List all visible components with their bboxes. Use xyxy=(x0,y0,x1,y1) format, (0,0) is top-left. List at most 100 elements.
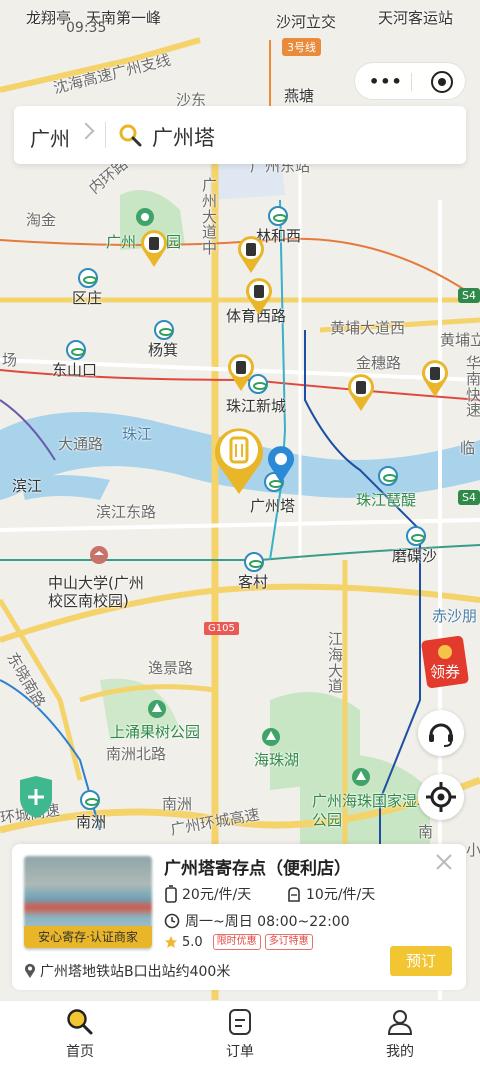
search-divider xyxy=(105,122,106,148)
opening-hours: 周一~周日 08:00~22:00 xyxy=(164,911,350,931)
store-name: 广州塔寄存点（便利店） xyxy=(164,859,351,879)
tab-profile[interactable]: 我的 xyxy=(360,1007,440,1061)
map-label: 杨箕 xyxy=(148,341,179,359)
customer-service-button[interactable] xyxy=(418,710,464,756)
tab-label: 订单 xyxy=(226,1044,254,1060)
crosshair-icon xyxy=(426,782,456,812)
highway-badge: G105 xyxy=(204,622,239,635)
tab-label: 我的 xyxy=(386,1044,414,1060)
status-bar: 09:35 xyxy=(0,0,480,36)
highway-badge: S4 xyxy=(458,288,480,303)
capsule-divider xyxy=(411,73,412,91)
map-label: 赤沙朋 xyxy=(432,607,478,625)
tab-home[interactable]: 首页 xyxy=(40,1007,120,1061)
map-label: 小 xyxy=(466,841,480,859)
price-luggage-value: 20元/件/天 xyxy=(182,887,252,903)
luggage-pin-icon[interactable] xyxy=(244,276,274,316)
map-label: 珠江新城 xyxy=(226,397,287,415)
park-icon xyxy=(262,728,280,746)
mini-program-capsule: ••• xyxy=(354,62,466,100)
map-label: 临 xyxy=(460,439,476,457)
map-label: 区庄 xyxy=(72,289,103,307)
metro-station-icon xyxy=(244,552,264,572)
address-value: 广州塔地铁站B口出站约400米 xyxy=(40,964,231,980)
limited-offer-tag: 限时优惠 xyxy=(212,934,261,950)
hours-value: 周一~周日 08:00~22:00 xyxy=(185,914,350,930)
close-miniprogram-icon[interactable] xyxy=(431,71,453,93)
luggage-pin-icon[interactable] xyxy=(236,234,266,274)
store-address: 广州塔地铁站B口出站约400米 xyxy=(24,961,230,981)
star-icon xyxy=(165,936,177,948)
tab-orders[interactable]: 订单 xyxy=(200,1007,280,1061)
map-label: 广州大道中 xyxy=(202,176,218,257)
map-label: 逸景路 xyxy=(148,659,194,677)
suitcase-icon xyxy=(165,885,177,903)
bag-icon xyxy=(288,887,300,902)
park-icon xyxy=(136,208,154,226)
user-icon xyxy=(387,1010,413,1035)
map-label: 中山大学(广州校区南校园) xyxy=(48,574,144,610)
close-icon[interactable] xyxy=(434,852,454,872)
luggage-pin-icon[interactable] xyxy=(346,372,376,412)
book-button[interactable]: 预订 xyxy=(390,946,452,976)
selected-luggage-pin-icon[interactable] xyxy=(212,424,266,496)
search-bar[interactable]: 广州 广州塔 xyxy=(14,106,466,164)
map-label: 南洲 xyxy=(162,795,193,813)
search-home-icon xyxy=(67,1009,93,1035)
map-label: 南洲 xyxy=(76,813,107,831)
chevron-right-icon xyxy=(77,122,95,140)
map-label: 江海大道 xyxy=(328,630,344,696)
map-label: 黄埔大道西 xyxy=(330,319,406,337)
park-icon xyxy=(148,700,166,718)
metro-station-icon xyxy=(154,320,174,340)
map-label: 广州塔 xyxy=(250,497,296,515)
store-card[interactable]: 安心寄存·认证商家 广州塔寄存点（便利店） 20元/件/天 10元/件/天 周一… xyxy=(12,844,466,990)
tab-label: 首页 xyxy=(66,1044,94,1060)
price-luggage: 20元/件/天 xyxy=(164,884,251,904)
map-label: 上涌果树公园 xyxy=(110,723,201,741)
map-label: 大通路 xyxy=(58,435,104,453)
map-label: 金穗路 xyxy=(356,354,402,372)
city-selector[interactable]: 广州 xyxy=(30,123,70,152)
multi-order-tag: 多订特惠 xyxy=(264,934,313,950)
status-time: 09:35 xyxy=(66,20,107,36)
metro-station-icon xyxy=(268,206,288,226)
map-label: 滨江 xyxy=(12,477,43,495)
clock-icon xyxy=(164,913,180,929)
metro-station-icon xyxy=(406,526,426,546)
map-label: 珠江 xyxy=(122,425,153,443)
map-label: 滨江东路 xyxy=(96,503,157,521)
luggage-pin-icon[interactable] xyxy=(139,228,169,268)
headset-icon xyxy=(429,723,453,747)
map-label: 海珠湖 xyxy=(254,751,300,769)
map-label: 磨碟沙 xyxy=(392,547,438,565)
metro-line-badge: 3号线 xyxy=(282,38,321,56)
order-list-icon xyxy=(229,1009,251,1035)
locate-me-button[interactable] xyxy=(418,774,464,820)
rating-value: 5.0 xyxy=(182,934,203,950)
map-label: 华南快速 xyxy=(466,354,480,420)
map-label: 场 xyxy=(2,351,18,369)
luggage-pin-icon[interactable] xyxy=(226,352,256,392)
coupon-button[interactable]: 领券 xyxy=(418,632,472,690)
map-label: 珠江琶醍 xyxy=(356,491,417,509)
map-label: 南洲北路 xyxy=(106,745,167,763)
bottom-tab-bar: 首页 订单 我的 xyxy=(0,1000,480,1066)
university-icon xyxy=(90,546,108,564)
map-label: 广州 xyxy=(106,233,137,251)
park-icon xyxy=(352,768,370,786)
insurance-shield-icon[interactable] xyxy=(16,774,56,820)
search-input[interactable]: 广州塔 xyxy=(152,122,215,152)
luggage-pin-icon[interactable] xyxy=(420,358,450,398)
map-label: 淘金 xyxy=(26,211,57,229)
coupon-label: 领券 xyxy=(430,663,460,681)
rating-row: 5.0 限时优惠 多订特惠 xyxy=(164,934,313,950)
search-icon xyxy=(119,124,142,147)
map-label: 燕塘 xyxy=(284,87,315,105)
more-button[interactable]: ••• xyxy=(369,72,403,91)
metro-station-icon xyxy=(78,268,98,288)
price-bag: 10元/件/天 xyxy=(286,884,375,904)
location-pin-icon xyxy=(268,446,294,483)
map-label: 东山口 xyxy=(52,361,98,379)
metro-station-icon xyxy=(80,790,100,810)
